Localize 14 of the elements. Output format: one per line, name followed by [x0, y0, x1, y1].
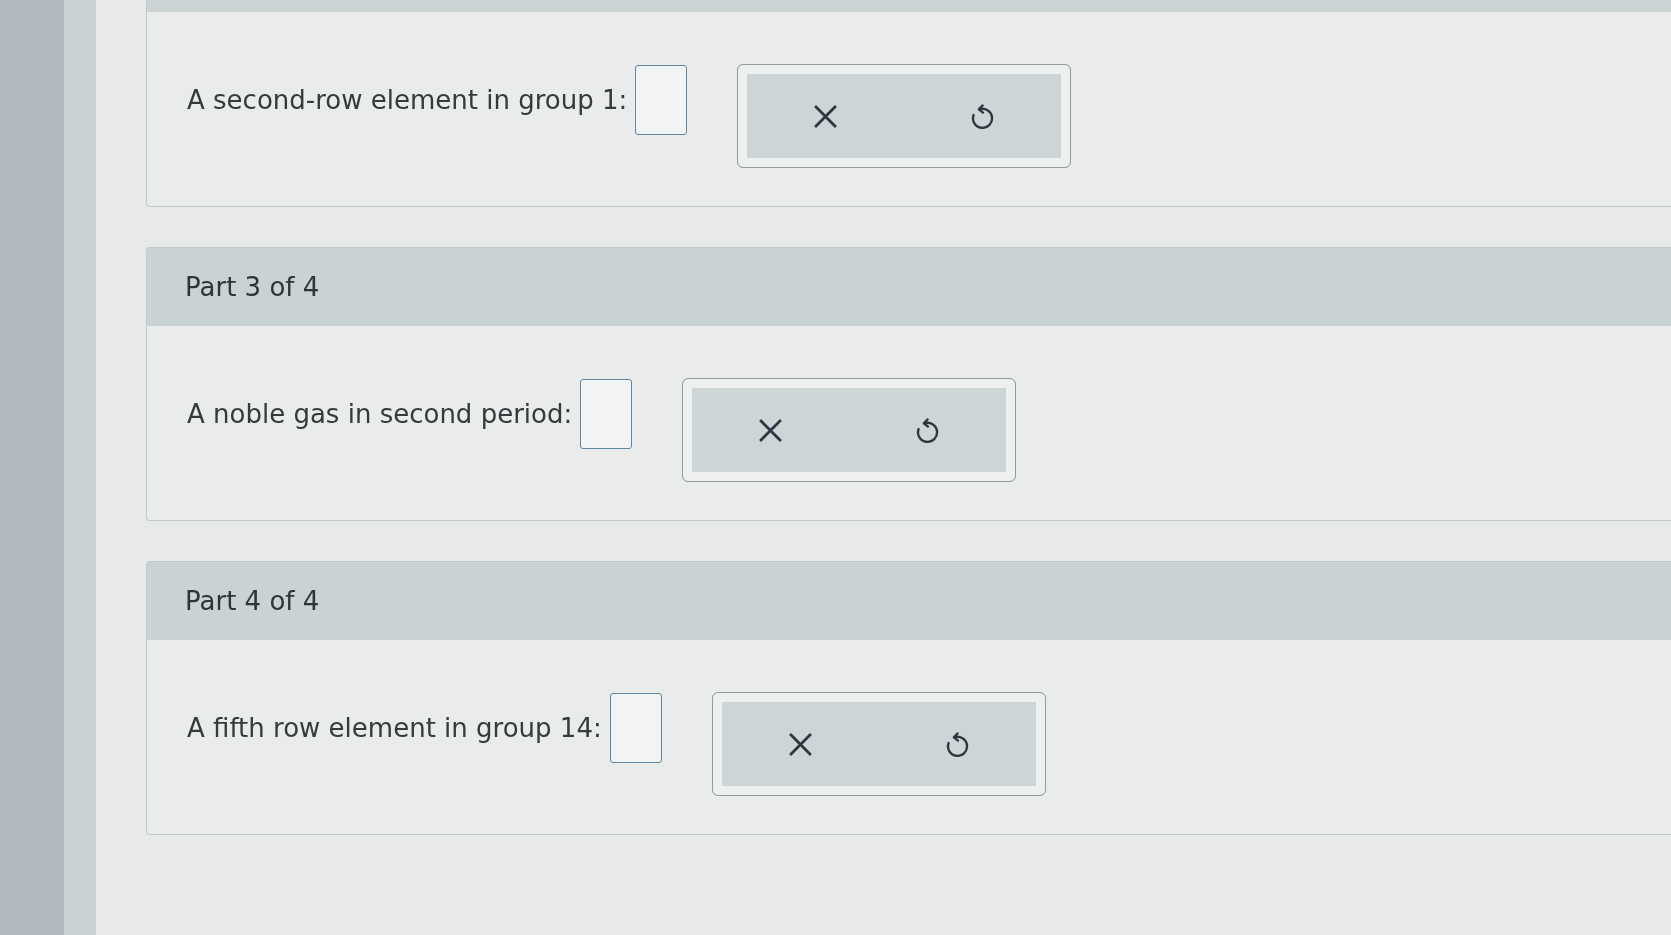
part-header: Part 3 of 4	[147, 248, 1671, 326]
circular-arrow-icon	[944, 731, 970, 757]
circular-arrow-icon	[915, 417, 941, 443]
question-text: A fifth row element in group 14:	[187, 713, 602, 743]
circular-arrow-icon	[970, 103, 996, 129]
answer-box[interactable]	[635, 65, 688, 135]
question-text: A noble gas in second period:	[187, 399, 573, 429]
x-mark-icon	[813, 103, 839, 129]
question-text: A second-row element in group 1:	[187, 85, 628, 115]
part-header: Part 4 of 4	[147, 562, 1671, 640]
answer-box[interactable]	[609, 693, 662, 763]
x-mark-icon	[758, 417, 784, 443]
x-mark-icon	[787, 731, 813, 757]
answer-box[interactable]	[580, 379, 633, 449]
